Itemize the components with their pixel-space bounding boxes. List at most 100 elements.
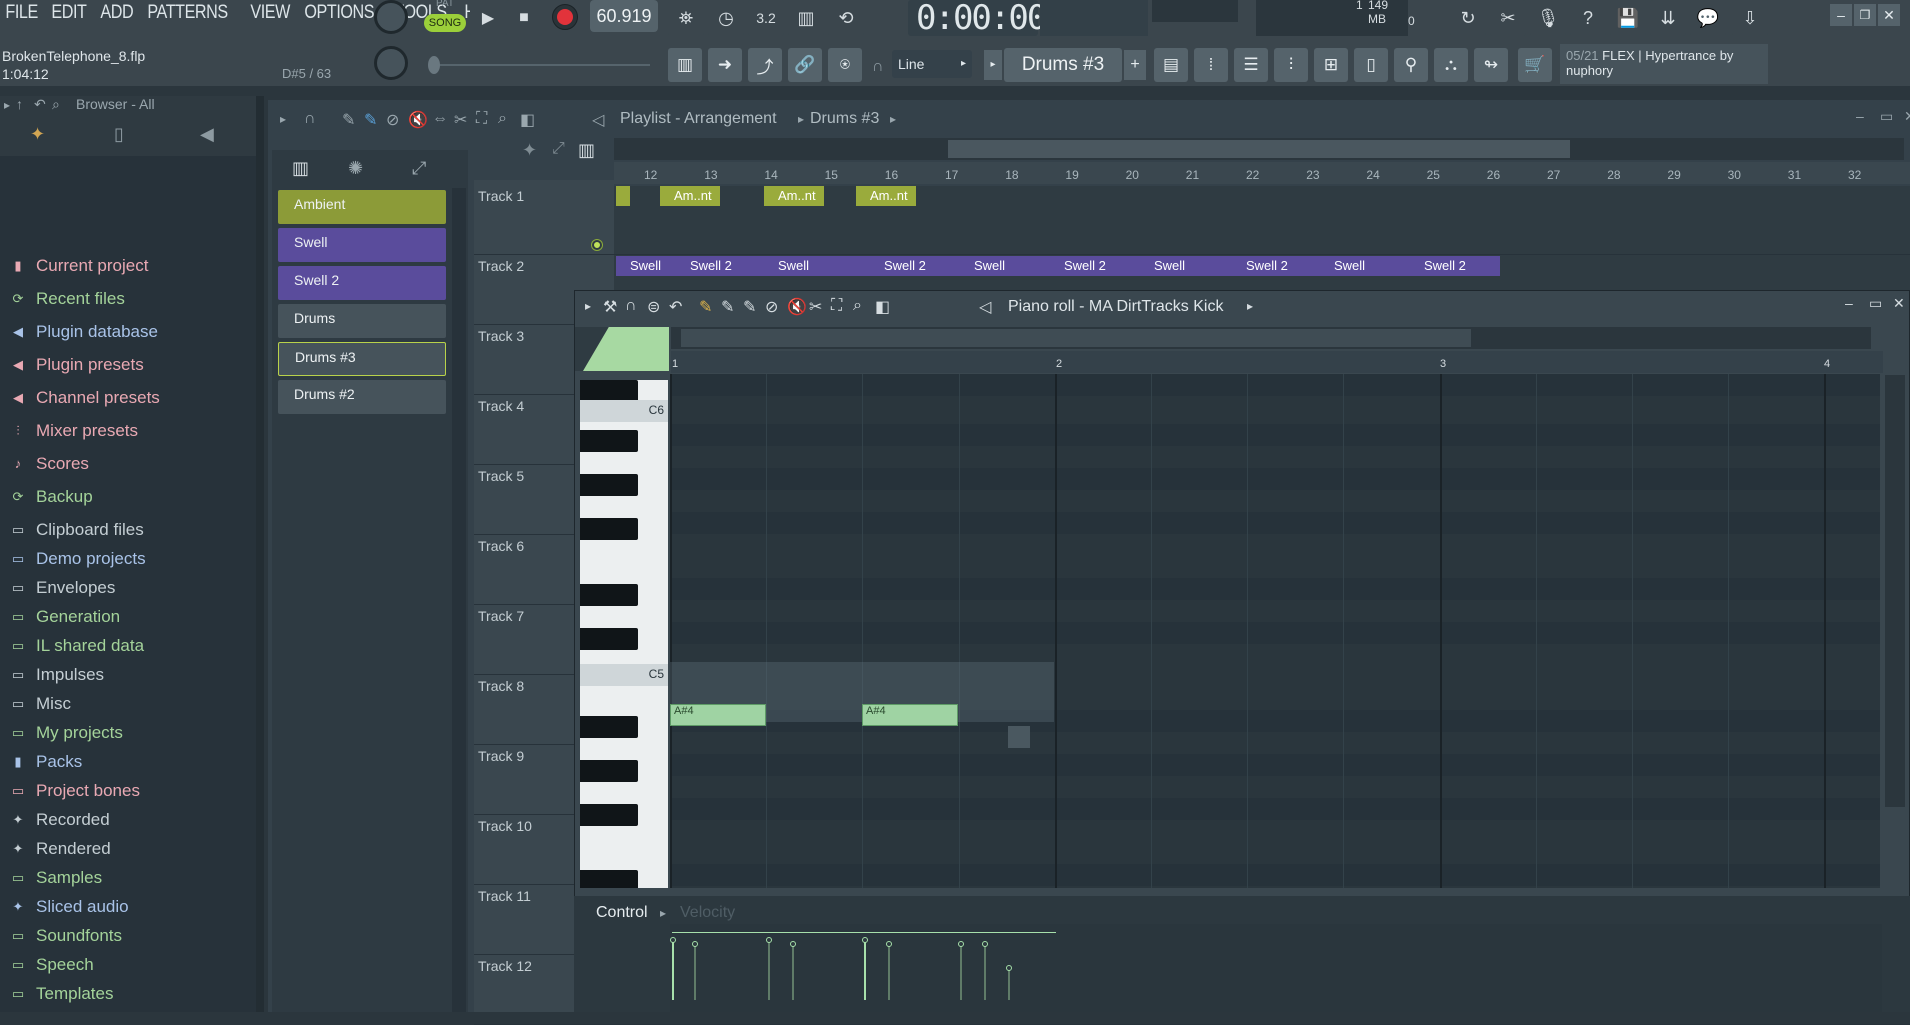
menu-view[interactable]: VIEW bbox=[247, 2, 293, 24]
delete-icon[interactable]: ⊘ bbox=[765, 297, 778, 317]
velocity-bar[interactable] bbox=[694, 944, 696, 1000]
magnet-icon[interactable]: ∩ bbox=[625, 297, 637, 315]
track-label[interactable]: Track 2 bbox=[478, 258, 524, 274]
track-mute-led[interactable] bbox=[592, 240, 602, 250]
menu-edit[interactable]: EDIT bbox=[48, 2, 90, 24]
velocity-handle[interactable] bbox=[862, 937, 868, 943]
ghost-toggle[interactable] bbox=[575, 327, 669, 371]
microphone-icon[interactable]: 🎙 bbox=[1530, 0, 1566, 36]
cut-icon[interactable]: ✂ bbox=[1490, 0, 1526, 36]
track-label[interactable]: Track 5 bbox=[478, 468, 524, 484]
browser-item[interactable]: ▭ Templates bbox=[10, 980, 114, 1008]
chan-tool-icon[interactable]: ⤢ bbox=[552, 140, 565, 158]
browser-item[interactable]: ⟳ Backup bbox=[10, 483, 93, 511]
shortcut-icon[interactable]: ↬ bbox=[1474, 48, 1508, 82]
browser-item[interactable]: ⫶ Mixer presets bbox=[10, 417, 138, 445]
clip-swell[interactable]: Swell 2 bbox=[1050, 256, 1140, 276]
clip-ambient[interactable]: Am..nt bbox=[856, 186, 916, 206]
browser-item[interactable]: ▭ Project bones bbox=[10, 777, 140, 805]
window-minimize-button[interactable]: – bbox=[1830, 4, 1852, 26]
browser-item[interactable]: ▭ Samples bbox=[10, 864, 102, 892]
magnet-icon[interactable]: ∩ bbox=[304, 110, 316, 128]
menu-file[interactable]: FILE bbox=[2, 2, 41, 24]
browser-item[interactable]: ▭ Envelopes bbox=[10, 574, 116, 602]
piano-ruler[interactable] bbox=[671, 351, 1883, 373]
browser-options-icon[interactable]: ▸ bbox=[4, 98, 10, 112]
piano-menu-arrow[interactable]: ▸ bbox=[585, 299, 591, 313]
select-icon[interactable]: ⛶ bbox=[476, 110, 487, 128]
black-key[interactable] bbox=[580, 380, 638, 402]
step-edit-button[interactable]: ▥ bbox=[788, 0, 824, 36]
note-grid[interactable]: A#4 A#4 bbox=[670, 374, 1880, 888]
velocity-handle[interactable] bbox=[766, 937, 772, 943]
mute-icon[interactable]: 🔇 bbox=[408, 110, 428, 130]
track-label[interactable]: Track 1 bbox=[478, 188, 524, 204]
snap-dropdown[interactable]: Line ▸ bbox=[892, 50, 972, 78]
playback-icon[interactable]: ◧ bbox=[875, 297, 890, 317]
velocity-bar[interactable] bbox=[768, 940, 770, 1000]
black-key[interactable] bbox=[580, 430, 638, 452]
velocity-handle[interactable] bbox=[886, 941, 892, 947]
undo-icon[interactable]: ↶ bbox=[669, 297, 682, 317]
browser-splitter[interactable] bbox=[256, 96, 264, 1012]
black-key[interactable] bbox=[580, 518, 638, 540]
track-label[interactable]: Track 4 bbox=[478, 398, 524, 414]
playlist-scroll-thumb[interactable] bbox=[948, 140, 1570, 158]
browser-item[interactable]: ▮ Packs bbox=[10, 748, 82, 776]
playlist-ruler[interactable] bbox=[614, 162, 1910, 184]
browser-item[interactable]: ▭ Clipboard files bbox=[10, 516, 144, 544]
add-pattern-button[interactable]: + bbox=[1124, 50, 1146, 80]
pattern-item[interactable]: Drums #2 bbox=[278, 380, 446, 414]
window-close-button[interactable]: ✕ bbox=[1878, 4, 1900, 26]
zoom-icon[interactable]: ⌕ bbox=[498, 110, 507, 128]
piano-vscroll[interactable] bbox=[1885, 375, 1905, 807]
browser-item[interactable]: ◀ Plugin presets bbox=[10, 351, 144, 379]
control-label[interactable]: Control bbox=[596, 904, 648, 922]
black-key[interactable] bbox=[580, 804, 638, 826]
velocity-bar[interactable] bbox=[672, 940, 674, 1000]
record-button[interactable] bbox=[552, 4, 578, 30]
stamp-icon[interactable]: ⍟ bbox=[828, 48, 862, 82]
clip-swell[interactable]: Swell bbox=[960, 256, 1050, 276]
song-time-display[interactable]: 0:00:00 bbox=[908, 0, 1047, 36]
song-mode-toggle[interactable]: SONG bbox=[424, 14, 466, 32]
black-key[interactable] bbox=[580, 628, 638, 650]
paint-delete-icon[interactable]: ✎ bbox=[743, 297, 756, 317]
note[interactable]: A#4 bbox=[862, 704, 958, 726]
browser-title[interactable]: Browser - All bbox=[76, 96, 155, 112]
picker-scrollbar[interactable] bbox=[452, 188, 466, 1012]
browser-item[interactable]: ▭ Soundfonts bbox=[10, 922, 122, 950]
velocity-bar[interactable] bbox=[960, 944, 962, 1000]
browser-item[interactable]: ▭ Impulses bbox=[10, 661, 104, 689]
pat-tool-icon[interactable]: ▥ bbox=[578, 140, 595, 161]
slide-icon[interactable]: ⤴ bbox=[748, 48, 782, 82]
clip-ambient[interactable]: Am..nt bbox=[660, 186, 720, 206]
play-button[interactable]: ▶ bbox=[470, 0, 506, 36]
black-key[interactable] bbox=[580, 716, 638, 738]
stop-button[interactable]: ■ bbox=[506, 0, 542, 36]
pattern-item[interactable]: Swell bbox=[278, 228, 446, 262]
slice-icon[interactable]: ✂ bbox=[809, 297, 822, 317]
track-label[interactable]: Track 8 bbox=[478, 678, 524, 694]
stamp-icon[interactable]: ⊜ bbox=[647, 297, 660, 317]
paint-icon[interactable]: ✎ bbox=[364, 110, 377, 130]
clip-swell[interactable]: Swell 2 bbox=[1410, 256, 1500, 276]
black-key[interactable] bbox=[580, 584, 638, 606]
piano-close-button[interactable]: ✕ bbox=[1893, 295, 1905, 312]
ghost-note[interactable] bbox=[1008, 726, 1030, 748]
back-icon[interactable]: ↶ bbox=[34, 96, 46, 113]
clip-swell[interactable]: Swell bbox=[1140, 256, 1232, 276]
velocity-handle[interactable] bbox=[790, 941, 796, 947]
browser-tab-all-icon[interactable]: ✦ bbox=[30, 124, 45, 145]
pencil-icon[interactable]: ✎ bbox=[699, 297, 712, 317]
velocity-bar[interactable] bbox=[984, 944, 986, 1000]
playlist-close-button[interactable]: ✕ bbox=[1904, 108, 1910, 125]
save-icon[interactable]: 💾 bbox=[1610, 0, 1646, 36]
pattern-prev-button[interactable]: ▸ bbox=[984, 50, 1002, 80]
arrow-right-icon[interactable]: ➜ bbox=[708, 48, 742, 82]
pattern-item[interactable]: Swell 2 bbox=[278, 266, 446, 300]
track-label[interactable]: Track 7 bbox=[478, 608, 524, 624]
velocity-handle[interactable] bbox=[692, 941, 698, 947]
channel-rack-icon[interactable]: ☰ bbox=[1234, 48, 1268, 82]
browser-item[interactable]: ▭ Generation bbox=[10, 603, 120, 631]
